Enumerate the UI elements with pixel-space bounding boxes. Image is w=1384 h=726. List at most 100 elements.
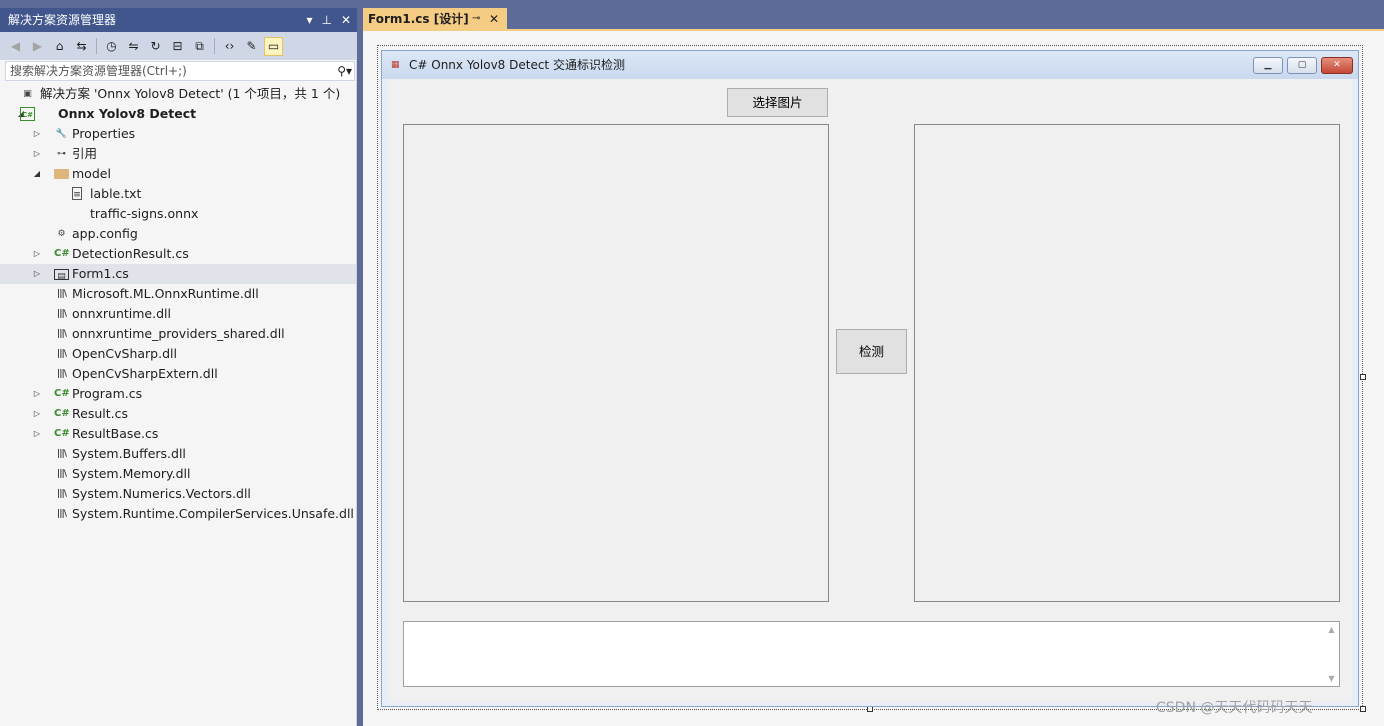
search-input[interactable]: 搜索解决方案资源管理器(Ctrl+;) ⚲▾ — [5, 61, 355, 81]
home-icon[interactable]: ⌂ — [50, 37, 69, 56]
folder-icon — [54, 169, 69, 179]
solution-explorer-toolbar: ◀ ▶ ⌂ ⇆ ◷ ⇋ ↻ ⊟ ⧉ ‹› ✎ ▭ — [0, 32, 357, 60]
tree-item[interactable]: ▷ ⊶ 引用 — [0, 144, 356, 164]
text-file-icon: ≡ — [72, 187, 82, 200]
search-icon[interactable]: ⚲▾ — [337, 62, 352, 80]
pin-icon[interactable]: ⊥ — [321, 8, 331, 32]
tree-item-label: System.Runtime.CompilerServices.Unsafe.d… — [72, 506, 354, 521]
tree-item-label: onnxruntime_providers_shared.dll — [72, 326, 285, 341]
select-image-button[interactable]: 选择图片 — [727, 88, 828, 117]
form-icon: ▤ — [54, 269, 69, 282]
scroll-up-icon[interactable]: ▲ — [1324, 625, 1339, 634]
tree-item[interactable]: ▣ 解决方案 'Onnx Yolov8 Detect' (1 个项目，共 1 个) — [0, 84, 356, 104]
solution-icon: ▣ — [23, 89, 32, 99]
tree-item[interactable]: ▷ 🔧 Properties — [0, 124, 356, 144]
tab-pin-icon[interactable]: ⊸ — [472, 8, 480, 30]
tab-label: Form1.cs [设计] — [368, 12, 469, 26]
expand-arrow-icon[interactable]: ▷ — [32, 264, 42, 284]
tree-item[interactable]: |||\ System.Memory.dll — [0, 464, 356, 484]
close-icon[interactable]: ✕ — [341, 8, 351, 32]
wrench-icon: 🔧 — [55, 129, 68, 139]
tree-item[interactable]: |||\ onnxruntime_providers_shared.dll — [0, 324, 356, 344]
tree-item-label: Form1.cs — [72, 266, 129, 281]
tree-item[interactable]: ◢ model — [0, 164, 356, 184]
csharp-file-icon: C# — [54, 428, 70, 439]
tree-item[interactable]: ≡ lable.txt — [0, 184, 356, 204]
dropdown-icon[interactable]: ▾ — [306, 8, 312, 32]
tree-item-label: 引用 — [72, 146, 98, 161]
watermark: CSDN @天天代码码天天 — [1156, 700, 1313, 716]
tab-close-icon[interactable]: ✕ — [489, 8, 499, 30]
resize-handle-right[interactable] — [1360, 374, 1366, 380]
tree-item[interactable]: ⚙ app.config — [0, 224, 356, 244]
tree-item-label: DetectionResult.cs — [72, 246, 189, 261]
library-icon: |||\ — [56, 329, 67, 339]
solution-tree: ▣ 解决方案 'Onnx Yolov8 Detect' (1 个项目，共 1 个)… — [0, 84, 356, 524]
tree-item[interactable]: ◢ C# Onnx Yolov8 Detect — [0, 104, 356, 124]
tree-item[interactable]: ▷ ▤ Form1.cs — [0, 264, 356, 284]
output-textbox[interactable]: ▲ ▼ — [403, 621, 1340, 687]
collapse-arrow-icon[interactable]: ◢ — [32, 164, 42, 184]
switch-views-icon[interactable]: ⇆ — [72, 37, 91, 56]
tree-item[interactable]: |||\ onnxruntime.dll — [0, 304, 356, 324]
minimize-icon[interactable]: ▁ — [1253, 57, 1283, 74]
tree-item[interactable]: |||\ System.Runtime.CompilerServices.Unsa… — [0, 504, 356, 524]
expand-arrow-icon[interactable]: ▷ — [32, 424, 42, 444]
tree-item[interactable]: |||\ Microsoft.ML.OnnxRuntime.dll — [0, 284, 356, 304]
collapse-all-icon[interactable]: ⊟ — [168, 37, 187, 56]
expand-arrow-icon[interactable]: ▷ — [32, 144, 42, 164]
show-all-files-icon[interactable]: ⧉ — [190, 37, 209, 56]
tree-item[interactable]: traffic-signs.onnx — [0, 204, 356, 224]
solution-explorer-title-bar: 解决方案资源管理器 ▾ ⊥ ✕ — [0, 8, 357, 32]
form-window[interactable]: ▦ C# Onnx Yolov8 Detect 交通标识检测 ▁ ▢ ✕ 选择图… — [381, 50, 1359, 707]
references-icon: ⊶ — [57, 149, 66, 159]
form-title-bar: ▦ C# Onnx Yolov8 Detect 交通标识检测 ▁ ▢ ✕ — [382, 51, 1358, 79]
library-icon: |||\ — [56, 509, 67, 519]
tree-item-label: Onnx Yolov8 Detect — [58, 106, 197, 121]
history-icon[interactable]: ◷ — [102, 37, 121, 56]
tree-item[interactable]: ▷ C# Program.cs — [0, 384, 356, 404]
view-code-icon[interactable]: ‹› — [220, 37, 239, 56]
preview-icon[interactable]: ▭ — [264, 36, 283, 56]
properties-icon[interactable]: ✎ — [242, 37, 261, 56]
textbox-scrollbar[interactable]: ▲ ▼ — [1324, 622, 1339, 686]
resize-handle-corner[interactable] — [1360, 706, 1366, 712]
maximize-icon[interactable]: ▢ — [1287, 57, 1317, 74]
tree-item[interactable]: |||\ OpenCvSharpExtern.dll — [0, 364, 356, 384]
form-title: C# Onnx Yolov8 Detect 交通标识检测 — [409, 58, 625, 72]
tab-form1-design[interactable]: Form1.cs [设计] ⊸ ✕ — [363, 8, 507, 30]
library-icon: |||\ — [56, 369, 67, 379]
tree-item[interactable]: |||\ OpenCvSharp.dll — [0, 344, 356, 364]
tree-item[interactable]: ▷ C# Result.cs — [0, 404, 356, 424]
expand-arrow-icon[interactable]: ▷ — [32, 384, 42, 404]
result-picture-box[interactable] — [914, 124, 1340, 602]
sync-icon[interactable]: ⇋ — [124, 37, 143, 56]
back-icon[interactable]: ◀ — [6, 37, 25, 56]
tree-item[interactable]: ▷ C# DetectionResult.cs — [0, 244, 356, 264]
library-icon: |||\ — [56, 469, 67, 479]
tree-item-label: Properties — [72, 126, 136, 141]
tree-item-label: app.config — [72, 226, 138, 241]
form-app-icon: ▦ — [391, 60, 400, 70]
forward-icon[interactable]: ▶ — [28, 37, 47, 56]
tree-item[interactable]: |||\ System.Buffers.dll — [0, 444, 356, 464]
library-icon: |||\ — [56, 489, 67, 499]
tree-item-label: System.Buffers.dll — [72, 446, 186, 461]
expand-arrow-icon[interactable]: ▷ — [32, 244, 42, 264]
search-placeholder: 搜索解决方案资源管理器(Ctrl+;) — [10, 64, 187, 78]
csharp-file-icon: C# — [54, 248, 70, 259]
input-picture-box[interactable] — [403, 124, 829, 602]
detect-button[interactable]: 检测 — [836, 329, 907, 374]
expand-arrow-icon[interactable]: ▷ — [32, 404, 42, 424]
editor-tab-bar: Form1.cs [设计] ⊸ ✕ — [363, 8, 1384, 30]
tree-item-label: traffic-signs.onnx — [90, 206, 199, 221]
tree-item[interactable]: |||\ System.Numerics.Vectors.dll — [0, 484, 356, 504]
scroll-down-icon[interactable]: ▼ — [1324, 674, 1339, 683]
expand-arrow-icon[interactable]: ▷ — [32, 124, 42, 144]
tree-item[interactable]: ▷ C# ResultBase.cs — [0, 424, 356, 444]
library-icon: |||\ — [56, 449, 67, 459]
refresh-icon[interactable]: ↻ — [146, 37, 165, 56]
form-close-icon[interactable]: ✕ — [1321, 57, 1353, 74]
tree-item-label: lable.txt — [90, 186, 142, 201]
tree-item-label: OpenCvSharp.dll — [72, 346, 177, 361]
